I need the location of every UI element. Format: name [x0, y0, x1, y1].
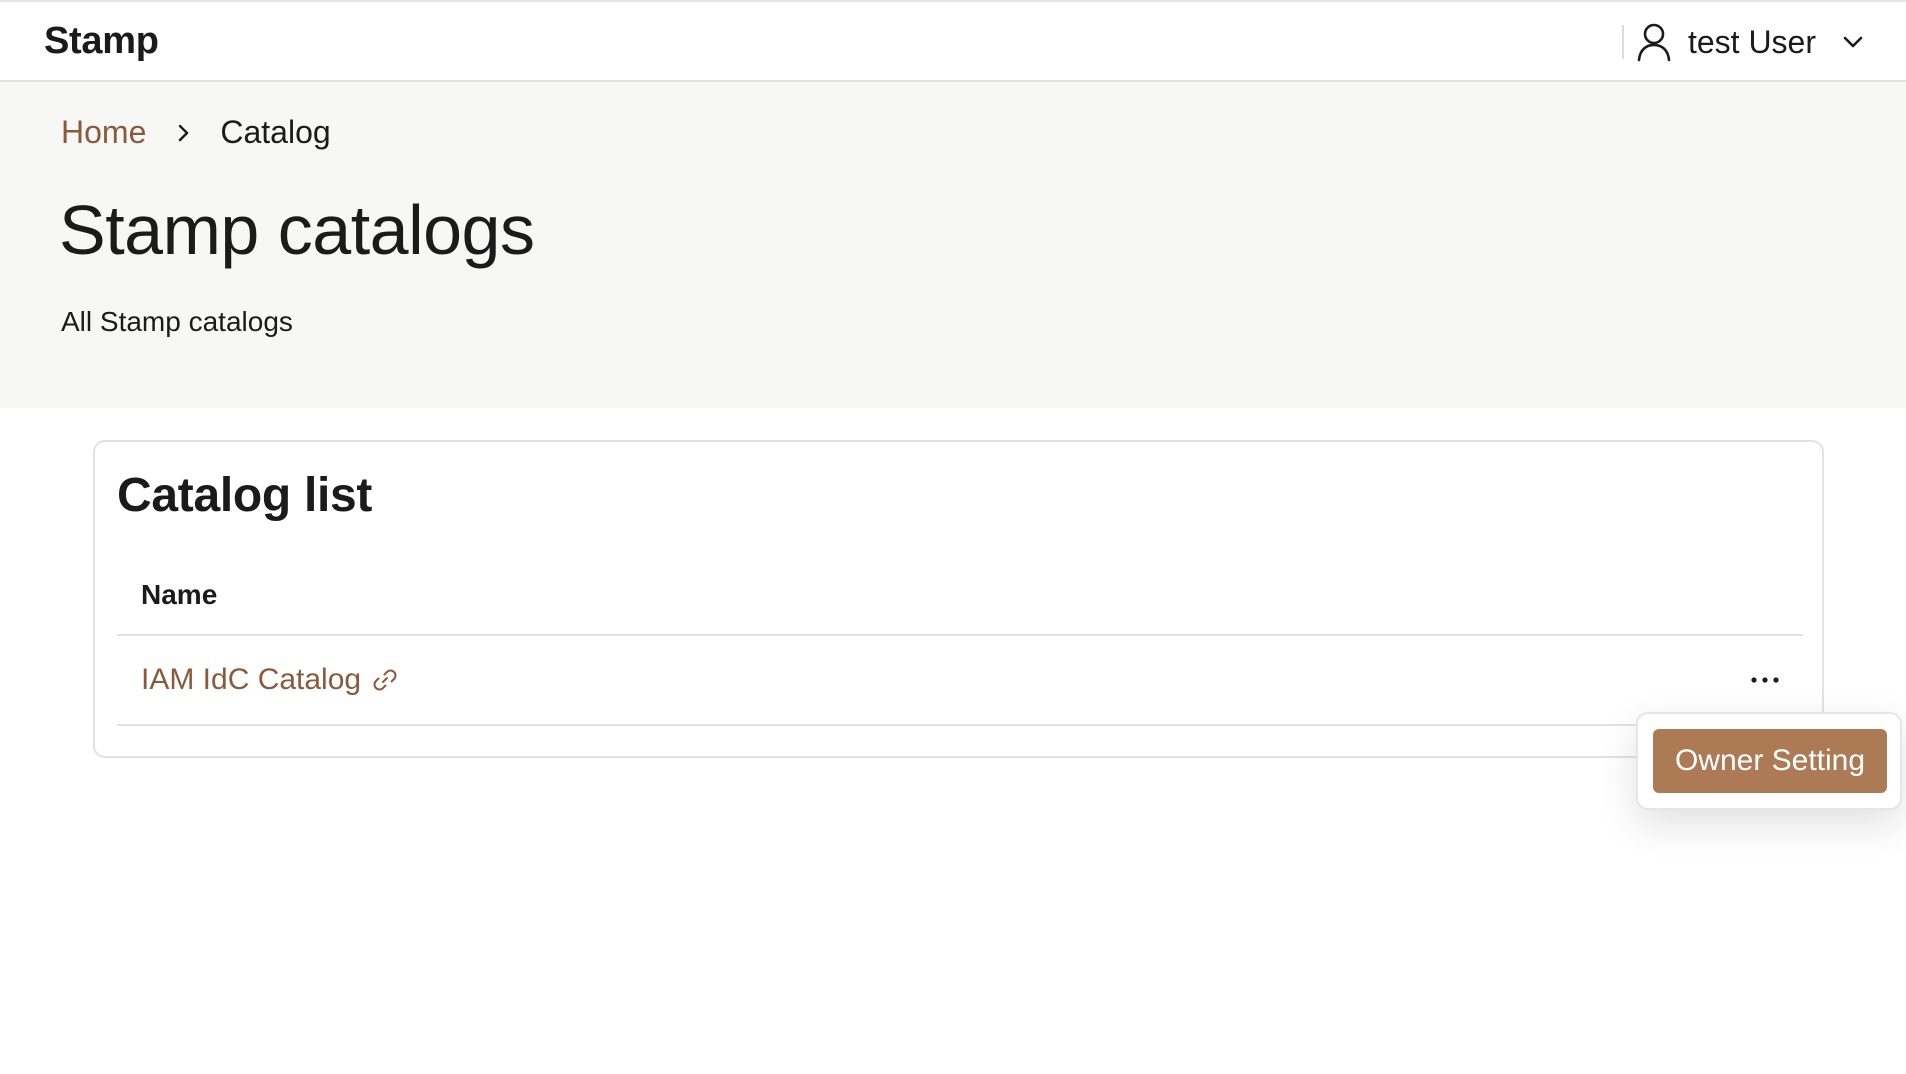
- user-menu-divider: [1621, 25, 1624, 59]
- brand-logo-text[interactable]: Stamp: [44, 20, 159, 63]
- catalog-link[interactable]: IAM IdC Catalog: [141, 663, 399, 697]
- chevron-down-icon[interactable]: [1840, 29, 1866, 55]
- owner-setting-button[interactable]: Owner Setting: [1653, 729, 1887, 793]
- chevron-right-icon: [179, 124, 189, 141]
- card-title: Catalog list: [117, 469, 373, 522]
- row-actions-menu: Owner Setting: [1636, 712, 1902, 810]
- page-title: Stamp catalogs: [59, 191, 535, 269]
- table-row: IAM IdC Catalog: [117, 636, 1803, 726]
- user-icon: [1637, 23, 1671, 62]
- page-header: Home Catalog Stamp catalogs All Stamp ca…: [0, 82, 1906, 408]
- user-name[interactable]: test User: [1688, 24, 1816, 61]
- catalog-list-card: Catalog list Name IAM IdC Catalog: [93, 440, 1824, 758]
- breadcrumb: Home Catalog: [61, 114, 331, 151]
- user-menu[interactable]: test User: [1621, 16, 1866, 68]
- page-subtitle: All Stamp catalogs: [61, 306, 293, 337]
- column-header-name: Name: [141, 579, 218, 610]
- row-actions-button[interactable]: [1743, 660, 1787, 700]
- breadcrumb-home-link[interactable]: Home: [61, 114, 146, 151]
- catalog-table: Name IAM IdC Catalog: [117, 556, 1803, 726]
- table-header: Name: [117, 556, 1803, 636]
- breadcrumb-current: Catalog: [220, 114, 331, 150]
- link-icon: [373, 669, 397, 691]
- top-navigation-bar: Stamp test User: [0, 0, 1906, 82]
- catalog-name[interactable]: IAM IdC Catalog: [141, 663, 361, 697]
- more-horizontal-icon[interactable]: [1750, 675, 1780, 685]
